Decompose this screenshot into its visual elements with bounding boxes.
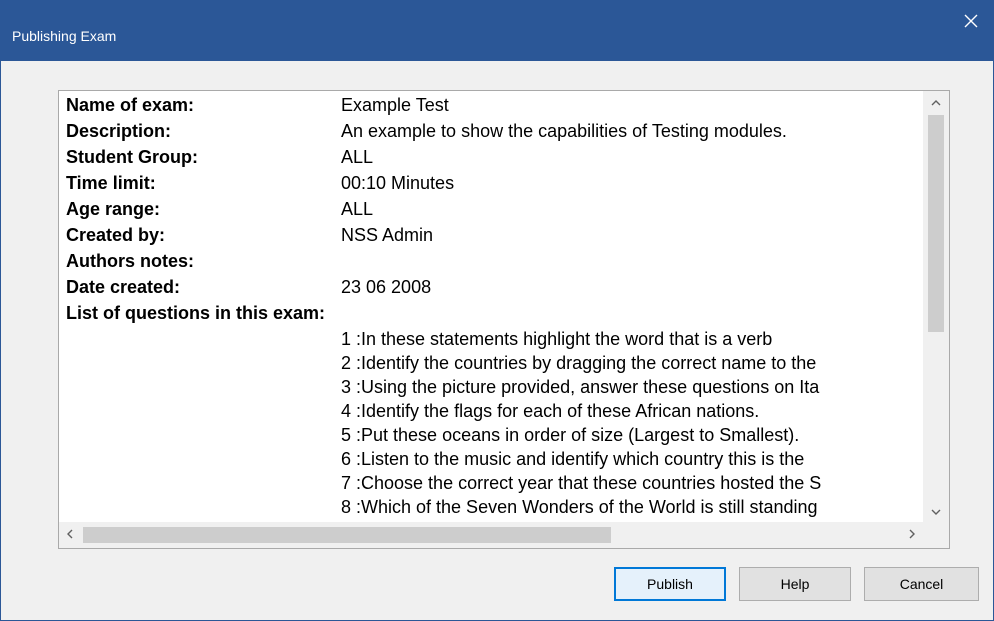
question-item: 3 :Using the picture provided, answer th… [341, 377, 820, 397]
detail-label: Date created: [66, 277, 181, 297]
detail-label: Name of exam: [66, 95, 195, 115]
chevron-down-icon [931, 502, 941, 520]
scrollbar-corner [923, 522, 949, 548]
scroll-right-button[interactable] [901, 522, 923, 548]
close-icon [964, 14, 978, 28]
question-item: 2 :Identify the countries by dragging th… [341, 353, 817, 373]
question-item: 1 :In these statements highlight the wor… [341, 329, 773, 349]
question-item: 4 :Identify the flags for each of these … [341, 401, 760, 421]
scroll-left-button[interactable] [59, 522, 81, 548]
exam-summary-box: Name of exam: Example Test Description: … [58, 90, 950, 549]
detail-label: Description: [66, 121, 172, 141]
chevron-right-icon [909, 526, 915, 544]
publish-button[interactable]: Publish [614, 567, 726, 601]
detail-label: Student Group: [66, 147, 198, 167]
detail-value: NSS Admin [341, 225, 434, 245]
close-button[interactable] [955, 7, 987, 35]
detail-label: Age range: [66, 199, 161, 219]
title-bar[interactable]: Publishing Exam [1, 1, 993, 61]
chevron-left-icon [67, 526, 73, 544]
detail-value: 23 06 2008 [341, 277, 432, 297]
horizontal-scrollbar[interactable] [59, 522, 923, 548]
detail-label: Created by: [66, 225, 166, 245]
vertical-scroll-thumb[interactable] [928, 115, 944, 332]
chevron-up-icon [931, 93, 941, 111]
detail-value: ALL [341, 199, 374, 219]
vertical-scrollbar[interactable] [923, 91, 949, 522]
detail-value: ALL [341, 147, 374, 167]
window-title: Publishing Exam [12, 28, 117, 44]
question-item: 6 :Listen to the music and identify whic… [341, 449, 805, 469]
cancel-button[interactable]: Cancel [864, 567, 979, 601]
exam-summary-text: Name of exam: Example Test Description: … [59, 91, 923, 522]
detail-label: Authors notes: [66, 251, 194, 271]
question-item: 8 :Which of the Seven Wonders of the Wor… [341, 497, 818, 517]
publishing-exam-dialog: Publishing Exam Name of exam: Example Te… [0, 0, 994, 621]
detail-value: 00:10 Minutes [341, 173, 455, 193]
detail-label: Time limit: [66, 173, 156, 193]
horizontal-scroll-thumb[interactable] [83, 527, 611, 543]
help-button[interactable]: Help [739, 567, 851, 601]
detail-value: An example to show the capabilities of T… [341, 121, 787, 141]
scroll-up-button[interactable] [923, 91, 949, 113]
question-item: 5 :Put these oceans in order of size (La… [341, 425, 800, 445]
scroll-down-button[interactable] [923, 500, 949, 522]
questions-heading: List of questions in this exam: [66, 303, 326, 323]
question-item: 7 :Choose the correct year that these co… [341, 473, 822, 493]
detail-value: Example Test [341, 95, 449, 115]
